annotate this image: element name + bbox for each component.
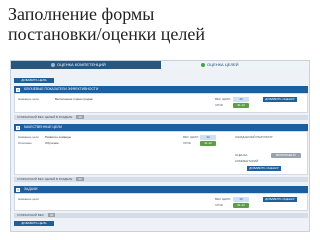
add-goal-bottom-button[interactable]: ДОБАВИТЬ ЦЕЛЬ bbox=[14, 221, 54, 226]
add-assessment-button[interactable]: ДОБАВИТЬ ОЦЕНКУ bbox=[263, 196, 297, 202]
section-title: КЛЮЧЕВЫЕ ПОКАЗАТЕЛИ ЭФФЕКТИВНОСТИ bbox=[24, 87, 99, 91]
tab-competencies-label: ОЦЕНКА КОМПЕТЕНЦИЙ bbox=[57, 62, 106, 67]
goal-value: Развитие команды bbox=[45, 135, 72, 139]
check-icon bbox=[201, 62, 205, 67]
section-body-tasks: Название цели ВЕС ЦЕЛИ 30 СРОК 31.12 ДОБ… bbox=[14, 193, 308, 211]
footer-value: 30 bbox=[76, 177, 84, 181]
goal-value: Выполнение плана продаж bbox=[55, 97, 93, 101]
desc-label: Описание bbox=[18, 141, 32, 145]
section-header-tasks[interactable]: ▾ ЗАДАЧИ bbox=[14, 186, 308, 193]
footer-label: СУММАРНЫЙ ВЕС ЦЕЛЕЙ В РАЗДЕЛЕ bbox=[17, 115, 73, 119]
assess-label: ОЦЕНКА bbox=[235, 153, 248, 157]
chevron-down-icon[interactable]: ▾ bbox=[16, 125, 20, 130]
assess-value[interactable]: ВЫПОЛНЕНО bbox=[271, 152, 301, 158]
section-footer-kpi: СУММАРНЫЙ ВЕС ЦЕЛЕЙ В РАЗДЕЛЕ 40 bbox=[14, 115, 308, 120]
section-body-kpi: Название цели Выполнение плана продаж ВЕ… bbox=[14, 93, 308, 113]
tab-competencies[interactable]: ОЦЕНКА КОМПЕТЕНЦИЙ bbox=[11, 61, 161, 69]
tab-goals[interactable]: ОЦЕНКА ЦЕЛЕЙ bbox=[161, 61, 309, 69]
chevron-down-icon[interactable]: ▾ bbox=[16, 87, 20, 92]
section-title: ЗАДАЧИ bbox=[24, 187, 38, 191]
section-title: КАЧЕСТВЕННЫЕ ЦЕЛИ bbox=[24, 125, 62, 129]
tab-bar: ОЦЕНКА КОМПЕТЕНЦИЙ ОЦЕНКА ЦЕЛЕЙ bbox=[11, 61, 309, 69]
footer-value: 40 bbox=[76, 115, 84, 119]
tab-goals-label: ОЦЕНКА ЦЕЛЕЙ bbox=[207, 62, 239, 67]
result-label: ОЖИДАЕМЫЙ РЕЗУЛЬТАТ bbox=[235, 135, 273, 139]
term-label: СРОК bbox=[215, 203, 224, 207]
goal-label: Название цели bbox=[18, 135, 39, 139]
section-body-quality: Название цели Развитие команды Описание … bbox=[14, 131, 308, 175]
weight-value[interactable]: 30 bbox=[233, 196, 249, 202]
weight-label: ВЕС ЦЕЛИ bbox=[215, 197, 231, 201]
section-header-kpi[interactable]: ▾ КЛЮЧЕВЫЕ ПОКАЗАТЕЛИ ЭФФЕКТИВНОСТИ bbox=[14, 86, 308, 93]
term-label: СРОК bbox=[183, 141, 192, 145]
term-value[interactable]: 31.12 bbox=[200, 140, 216, 146]
weight-label: ВЕС ЦЕЛИ bbox=[215, 97, 231, 101]
slide-title-line2: постановки/оценки целей bbox=[8, 24, 206, 44]
weight-label: ВЕС ЦЕЛИ bbox=[183, 135, 199, 139]
section-footer-quality: СУММАРНЫЙ ВЕС ЦЕЛЕЙ В РАЗДЕЛЕ 30 bbox=[14, 177, 308, 182]
goal-label: Название цели bbox=[18, 197, 39, 201]
tab-status-icon bbox=[51, 62, 55, 67]
slide-title: Заполнение формы постановки/оценки целей bbox=[8, 4, 308, 44]
footer-label: СУММАРНЫЙ ВЕС bbox=[17, 213, 44, 217]
slide-title-line1: Заполнение формы bbox=[8, 4, 155, 24]
section-footer-tasks: СУММАРНЫЙ ВЕС 30 bbox=[14, 213, 308, 218]
term-value[interactable]: 31.12 bbox=[233, 202, 249, 208]
chevron-down-icon[interactable]: ▾ bbox=[16, 187, 20, 192]
desc-value: Обучение bbox=[45, 141, 59, 145]
weight-value[interactable]: 40 bbox=[233, 96, 249, 102]
weight-value[interactable]: 30 bbox=[200, 134, 216, 140]
footer-label: СУММАРНЫЙ ВЕС ЦЕЛЕЙ В РАЗДЕЛЕ bbox=[17, 177, 73, 181]
term-label: СРОК bbox=[215, 103, 224, 107]
term-value[interactable]: 31.12 bbox=[233, 102, 249, 108]
footer-value: 30 bbox=[47, 213, 56, 217]
goal-label: Название цели bbox=[18, 97, 39, 101]
section-header-quality[interactable]: ▾ КАЧЕСТВЕННЫЕ ЦЕЛИ bbox=[14, 124, 308, 131]
add-assessment-button[interactable]: ДОБАВИТЬ ОЦЕНКУ bbox=[263, 96, 297, 102]
add-goal-top-button[interactable]: ДОБАВИТЬ ЦЕЛЬ bbox=[14, 78, 54, 83]
add-assessment-button[interactable]: ДОБАВИТЬ ОЦЕНКУ bbox=[247, 166, 281, 171]
comment-label: КОММЕНТАРИЙ bbox=[235, 159, 259, 163]
goals-form-screenshot: ОЦЕНКА КОМПЕТЕНЦИЙ ОЦЕНКА ЦЕЛЕЙ ДОБАВИТЬ… bbox=[10, 60, 310, 232]
